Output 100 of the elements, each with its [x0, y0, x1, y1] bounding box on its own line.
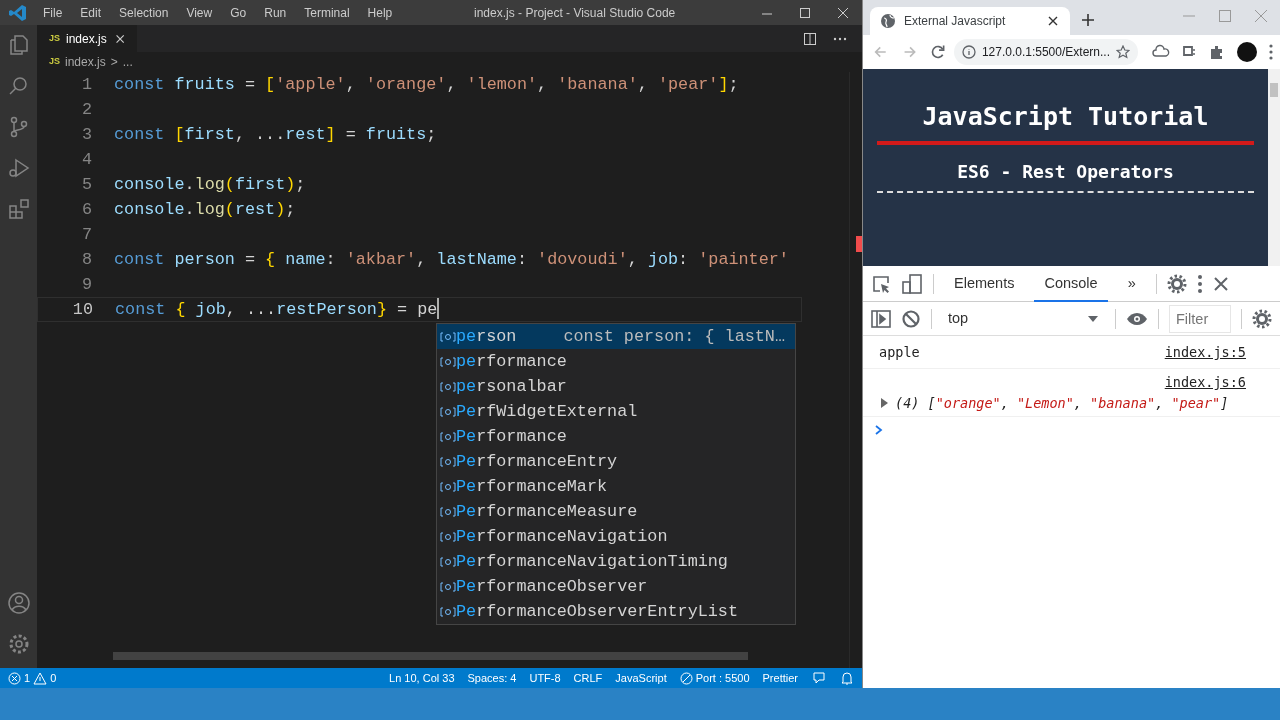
variable-icon [440, 429, 456, 444]
log-message: apple [879, 343, 920, 362]
browser-tab[interactable]: External Javascript [870, 7, 1070, 35]
line-number: 10 [71, 299, 93, 321]
status-item[interactable]: Ln 10, Col 33 [389, 669, 455, 687]
status-item[interactable]: JavaScript [615, 669, 667, 687]
suggestion-item[interactable]: PerformanceMark [437, 474, 795, 499]
close-icon[interactable] [1212, 275, 1229, 292]
sidebar-icon[interactable] [871, 309, 891, 328]
devtools-tab[interactable]: Elements [944, 265, 1025, 302]
variable-icon [440, 354, 456, 369]
split-editor-icon[interactable] [802, 30, 818, 47]
page-heading: JavaScript Tutorial [921, 101, 1210, 133]
bell-icon[interactable] [840, 670, 854, 686]
menu-item[interactable]: Go [221, 3, 256, 22]
address-bar[interactable]: 127.0.0.1:5500/Extern... [953, 39, 1138, 65]
code-line: const fruits = ['apple', 'orange', 'lemon', 'banana', 'pear']; [114, 74, 739, 96]
variable-icon [440, 329, 456, 344]
problems-indicator[interactable]: 1 0 [8, 669, 57, 687]
suggestion-item[interactable]: PerformanceMeasure [437, 499, 795, 524]
device-icon[interactable] [901, 272, 923, 295]
menu-item[interactable]: Run [255, 3, 296, 22]
menu-item[interactable]: Selection [110, 3, 178, 22]
inspect-icon[interactable] [871, 273, 891, 294]
suggestion-item[interactable]: PerformanceEntry [437, 449, 795, 474]
warning-icon [33, 671, 48, 685]
suggestion-item[interactable]: personalbar [437, 374, 795, 399]
line-number: 8 [80, 249, 92, 271]
menu-item[interactable]: Edit [71, 3, 111, 22]
variable-icon [440, 404, 456, 419]
suggestion-item[interactable]: PerformanceNavigationTiming [437, 549, 795, 574]
run-debug-icon[interactable] [6, 156, 31, 180]
breadcrumb-separator: > [110, 54, 118, 71]
suggestion-item[interactable]: person const person: { lastN… [437, 324, 795, 349]
suggestion-item[interactable]: PerformanceObserver [437, 574, 795, 599]
suggestion-item[interactable]: PerfWidgetExternal [437, 399, 795, 424]
line-number: 1 [80, 74, 92, 96]
scrollbar[interactable] [850, 72, 862, 668]
source-link[interactable]: index.js:6 [879, 372, 1246, 393]
status-item[interactable]: Spaces: 4 [467, 669, 517, 687]
suggestion-detail: const person: { lastN… [563, 325, 786, 348]
avatar-icon[interactable] [1236, 41, 1258, 63]
prompt-icon [875, 425, 883, 436]
menu-item[interactable]: Help [358, 3, 402, 22]
text-cursor [437, 298, 440, 319]
code-line: const person = { name: 'akbar', lastName: 'dovoudi', job: 'painter' [114, 249, 789, 271]
settings-icon[interactable] [1166, 273, 1187, 294]
status-item[interactable]: Prettier [762, 669, 798, 687]
devtools-tab[interactable]: Console [1034, 265, 1108, 302]
menu-item[interactable]: File [34, 3, 72, 22]
line-number: 9 [80, 274, 92, 296]
settings-icon[interactable] [1252, 308, 1272, 329]
filter-field[interactable]: Filter [1169, 304, 1231, 333]
breadcrumb-item[interactable]: ... [122, 53, 133, 71]
menu-item[interactable]: View [177, 3, 222, 22]
expand-arrow-icon[interactable] [879, 397, 889, 408]
close-icon[interactable] [1046, 14, 1060, 28]
suggestion-item[interactable]: Performance [437, 424, 795, 449]
scrollbar-thumb[interactable] [113, 652, 748, 660]
variable-icon [440, 504, 456, 519]
variable-icon [440, 554, 456, 569]
star-icon[interactable] [1116, 45, 1130, 59]
eye-icon[interactable] [1126, 311, 1148, 326]
status-item[interactable]: UTF-8 [529, 669, 561, 687]
account-icon[interactable] [6, 591, 31, 615]
code-line: const [first, ...rest] = fruits; [114, 124, 437, 146]
kebab-menu-icon[interactable] [1196, 273, 1203, 294]
window-title: index.js - Project - Visual Studio Code [473, 4, 677, 22]
status-item[interactable]: CRLF [573, 669, 603, 687]
clear-console-icon[interactable] [901, 308, 921, 329]
line-number: 2 [80, 99, 92, 121]
new-tab-icon[interactable] [1080, 12, 1096, 28]
feedback-icon[interactable] [811, 670, 827, 686]
line-number: 6 [80, 199, 92, 221]
suggestion-item[interactable]: performance [437, 349, 795, 374]
log-message: (4) ["orange", "Lemon", "banana", "pear"] [895, 393, 1229, 413]
menu-item[interactable]: Terminal [295, 3, 359, 22]
kebab-menu-icon[interactable] [1268, 43, 1274, 61]
status-item[interactable]: Port : 5500 [679, 669, 750, 687]
suggestion-item[interactable]: PerformanceObserverEntryList [437, 599, 795, 624]
code-line: console.log(first); [114, 174, 306, 196]
suggestion-item[interactable]: PerformanceNavigation [437, 524, 795, 549]
blocked-icon [679, 671, 693, 685]
source-link[interactable]: index.js:5 [1164, 342, 1246, 363]
line-number: 4 [80, 149, 92, 171]
context-selector[interactable]: top [942, 306, 1105, 331]
editor-tab[interactable]: JS index.js [37, 25, 137, 52]
scrollbar[interactable] [1268, 69, 1280, 266]
dropdown-caret-icon [1087, 314, 1099, 323]
error-icon [8, 671, 21, 685]
line-number: 5 [80, 174, 92, 196]
app-logo-icon[interactable] [8, 2, 28, 23]
variable-icon [440, 579, 456, 594]
line-number: 3 [80, 124, 92, 146]
extensions-icon[interactable] [6, 197, 31, 221]
error-marker [856, 236, 862, 252]
breadcrumb-item[interactable]: index.js [65, 53, 106, 71]
more-tabs-button[interactable]: » [1117, 265, 1146, 302]
globe-icon [880, 13, 896, 29]
variable-icon [440, 379, 456, 394]
